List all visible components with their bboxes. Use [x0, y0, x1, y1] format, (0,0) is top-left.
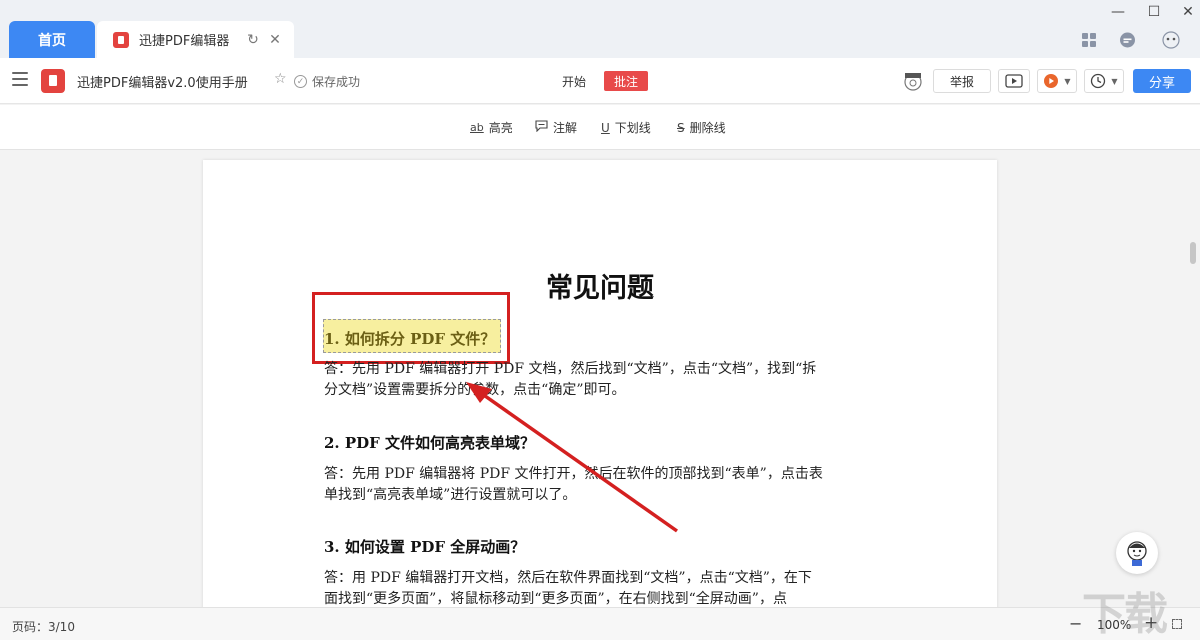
- share-button[interactable]: 分享: [1133, 69, 1191, 93]
- grid-apps-icon[interactable]: [1081, 30, 1097, 50]
- refresh-icon[interactable]: ↻: [245, 32, 261, 48]
- highlight-icon: ab: [470, 121, 484, 134]
- window-close-icon[interactable]: ✕: [1178, 2, 1198, 22]
- assistant-mascot-icon[interactable]: [1116, 532, 1158, 574]
- tab-annotate[interactable]: 批注: [604, 71, 648, 91]
- play-icon: [1044, 74, 1059, 88]
- tool-highlight-label: 高亮: [488, 121, 513, 135]
- play-dropdown[interactable]: ▼: [1037, 69, 1077, 93]
- chevron-down-icon: ▼: [1064, 76, 1071, 86]
- history-dropdown[interactable]: ▼: [1084, 69, 1124, 93]
- watermark: 下载吧: [1082, 590, 1168, 639]
- chevron-down-icon: ▼: [1111, 76, 1118, 86]
- tool-comment[interactable]: 注解: [535, 119, 577, 136]
- save-status-label: 保存成功: [312, 75, 361, 89]
- tool-underline-label: 下划线: [614, 121, 651, 135]
- save-status: ✓ 保存成功: [294, 73, 360, 90]
- status-bar: 页码：3/10 − 100% +: [0, 607, 1200, 640]
- scrollbar-thumb[interactable]: [1190, 242, 1196, 264]
- tab-bar: 首页 迅捷PDF编辑器 ↻ ✕ — ☐ ✕: [0, 0, 1200, 58]
- main-toolbar: 迅捷PDF编辑器v2.0使用手册 ☆ ✓ 保存成功 开始 批注 举报 ▼ ▼ 分…: [0, 58, 1200, 104]
- minimize-icon[interactable]: —: [1108, 2, 1128, 22]
- check-icon: ✓: [294, 75, 307, 88]
- zoom-out-button[interactable]: −: [1069, 614, 1082, 633]
- callout-arrow: [466, 382, 679, 533]
- tab-document[interactable]: 迅捷PDF编辑器 ↻ ✕: [97, 21, 294, 58]
- menu-icon[interactable]: [12, 72, 28, 86]
- document-title: 迅捷PDF编辑器v2.0使用手册: [77, 76, 248, 91]
- tool-strikethrough-label: 删除线: [689, 121, 726, 135]
- strikethrough-icon: S: [677, 120, 685, 135]
- tool-highlight[interactable]: ab 高亮: [470, 119, 513, 136]
- annotation-toolbar: ab 高亮 注解 U 下划线 S 删除线: [0, 105, 1200, 150]
- tab-home[interactable]: 首页: [9, 21, 95, 58]
- underline-icon: U: [601, 120, 610, 135]
- tool-underline[interactable]: U 下划线: [601, 119, 651, 136]
- comment-icon: [535, 120, 548, 135]
- tool-strikethrough[interactable]: S 删除线: [677, 119, 726, 136]
- clock-icon: [1091, 73, 1106, 89]
- badge-icon[interactable]: [899, 69, 927, 93]
- tab-document-title: 迅捷PDF编辑器: [139, 34, 230, 49]
- pdf-logo-icon: [113, 31, 129, 48]
- tool-comment-label: 注解: [553, 121, 578, 135]
- close-icon[interactable]: ✕: [267, 32, 283, 48]
- star-icon[interactable]: ☆: [274, 71, 287, 87]
- page-indicator: 页码：3/10: [12, 620, 75, 634]
- tab-start[interactable]: 开始: [562, 73, 586, 90]
- report-button[interactable]: 举报: [933, 69, 991, 93]
- maximize-icon[interactable]: ☐: [1144, 2, 1164, 22]
- document-viewport[interactable]: 常见问题 1. 如何拆分 PDF 文件？ 答：先用 PDF 编辑器打开 PDF …: [0, 151, 1200, 607]
- app-logo-icon: [41, 69, 65, 93]
- message-icon[interactable]: [1119, 30, 1136, 50]
- user-avatar-icon[interactable]: [1160, 30, 1182, 50]
- screen-record-icon[interactable]: [998, 69, 1030, 93]
